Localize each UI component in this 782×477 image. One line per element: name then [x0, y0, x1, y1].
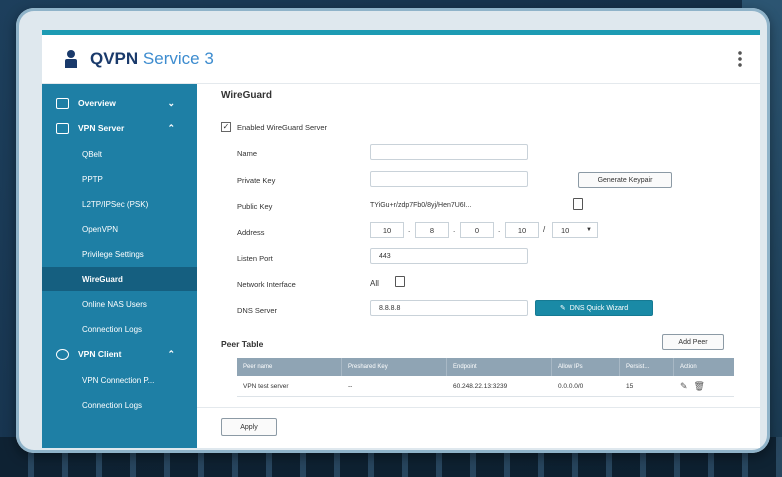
table-cell: 60.248.22.13:3239	[453, 382, 508, 390]
name-label: Name	[237, 149, 258, 158]
app-window: QVPN Service 3 Overview ⌄ VPN Server ⌃ Q…	[42, 30, 760, 448]
public-key-label: Public Key	[237, 202, 273, 211]
overview-icon	[56, 98, 69, 109]
checkbox-checked-icon[interactable]: ✓	[221, 122, 231, 132]
main-content: WireGuard ✓ Enabled WireGuard Server Nam…	[197, 84, 760, 448]
sidebar-item-label: PPTP	[82, 174, 103, 184]
table-cell: VPN test server	[243, 382, 289, 390]
qvpn-logo-icon	[64, 50, 78, 68]
address-prefix-value: 10	[561, 225, 570, 235]
app-title: QVPN Service 3	[90, 49, 214, 69]
sidebar-item-online-nas-users[interactable]: Online NAS Users	[42, 297, 197, 311]
sidebar-item-pptp[interactable]: PPTP	[42, 172, 197, 186]
column-header: Action	[680, 364, 697, 370]
column-header: Endpoint	[447, 358, 552, 376]
sidebar-item-label: VPN Client	[78, 349, 122, 359]
app-header: QVPN Service 3	[42, 35, 760, 84]
wand-icon: ✎	[559, 305, 566, 312]
name-input[interactable]	[370, 144, 528, 160]
chevron-up-icon: ⌃	[167, 122, 175, 133]
sidebar-item-overview[interactable]: Overview ⌄	[42, 96, 197, 110]
address-label: Address	[237, 228, 265, 237]
address-slash: /	[543, 225, 546, 234]
sidebar-item-label: QBelt	[82, 149, 103, 159]
copy-icon[interactable]	[573, 198, 583, 210]
peer-table: Peer name Preshared Key Endpoint Allow I…	[237, 358, 734, 397]
dropdown-arrow-icon: ▼	[586, 227, 592, 233]
table-cell-actions: ✎ 🗑	[674, 376, 734, 396]
sidebar-item-label: OpenVPN	[82, 224, 119, 234]
generate-keypair-button[interactable]: Generate Keypair	[578, 172, 672, 188]
table-cell: --	[348, 382, 353, 390]
app-title-bold: QVPN	[90, 49, 139, 68]
sidebar-item-label: L2TP/IPSec (PSK)	[82, 199, 149, 209]
column-header: Peer name	[237, 358, 342, 376]
sidebar-item-label: VPN Connection P...	[82, 375, 155, 385]
column-header: Persist...	[620, 358, 674, 376]
peer-table-title: Peer Table	[221, 339, 264, 349]
sidebar-item-label: Connection Logs	[82, 324, 143, 334]
sidebar-item-vpn-server[interactable]: VPN Server ⌃	[42, 121, 197, 135]
address-dot: .	[453, 225, 456, 234]
more-options-icon[interactable]	[738, 50, 742, 68]
vpn-client-icon	[56, 349, 69, 360]
add-peer-button[interactable]: Add Peer	[662, 334, 724, 350]
sidebar-item-qbelt[interactable]: QBelt	[42, 147, 197, 161]
private-key-input[interactable]	[370, 171, 528, 187]
dns-server-input[interactable]: 8.8.8.8	[370, 300, 528, 316]
sidebar-item-l2tp[interactable]: L2TP/IPSec (PSK)	[42, 197, 197, 211]
apply-button[interactable]: Apply	[221, 418, 277, 436]
table-cell: 0.0.0.0/0	[558, 382, 584, 390]
sidebar-item-wireguard[interactable]: WireGuard	[42, 267, 197, 291]
app-title-light: Service 3	[138, 49, 214, 68]
dns-server-label: DNS Server	[237, 306, 278, 315]
address-dot: .	[498, 225, 501, 234]
sidebar-item-privilege-settings[interactable]: Privilege Settings	[42, 247, 197, 261]
server-icon	[56, 123, 69, 134]
enable-wireguard-checkbox-row[interactable]: ✓ Enabled WireGuard Server	[221, 122, 327, 132]
edit-icon[interactable]: ✎	[680, 381, 688, 392]
address-dot: .	[408, 225, 411, 234]
sidebar-item-label: Online NAS Users	[82, 299, 147, 309]
network-interface-label: Network Interface	[237, 280, 296, 289]
page-title: WireGuard	[221, 90, 273, 101]
sidebar-item-label: VPN Server	[78, 123, 125, 133]
dns-quick-wizard-label: DNS Quick Wizard	[569, 304, 629, 312]
edit-icon[interactable]	[395, 276, 405, 287]
public-key-value: TYiGu+r/zdp7Fb0/8yj/Hen7U6I...	[370, 202, 472, 209]
enable-wireguard-label: Enabled WireGuard Server	[237, 122, 328, 132]
peer-table-header: Peer name Preshared Key Endpoint Allow I…	[237, 358, 734, 376]
sidebar: Overview ⌄ VPN Server ⌃ QBelt PPTP L2TP/…	[42, 84, 197, 448]
address-octet-3[interactable]: 0	[460, 222, 494, 238]
chevron-up-icon: ⌃	[167, 348, 175, 359]
sidebar-item-openvpn[interactable]: OpenVPN	[42, 222, 197, 236]
sidebar-item-label: Overview	[78, 98, 116, 108]
network-interface-value: All	[370, 279, 379, 288]
listen-port-label: Listen Port	[237, 254, 273, 263]
listen-port-input[interactable]: 443	[370, 248, 528, 264]
table-cell: 15	[626, 382, 634, 390]
chevron-down-icon: ⌄	[167, 97, 175, 108]
address-octet-4[interactable]: 10	[505, 222, 539, 238]
address-prefix-select[interactable]: 10 ▼	[552, 222, 598, 238]
table-row[interactable]: VPN test server -- 60.248.22.13:3239 0.0…	[237, 376, 734, 397]
trash-icon[interactable]: 🗑	[694, 381, 705, 392]
private-key-label: Private Key	[237, 176, 276, 185]
column-header: Allow IPs	[552, 358, 620, 376]
sidebar-item-vpn-connection-profiles[interactable]: VPN Connection P...	[42, 373, 197, 387]
dns-quick-wizard-button[interactable]: ✎ DNS Quick Wizard	[535, 300, 653, 316]
sidebar-item-vpn-client[interactable]: VPN Client ⌃	[42, 347, 197, 361]
column-header: Preshared Key	[342, 358, 447, 376]
sidebar-item-label: WireGuard	[82, 274, 123, 284]
sidebar-item-client-connection-logs[interactable]: Connection Logs	[42, 398, 197, 412]
address-octet-1[interactable]: 10	[370, 222, 404, 238]
sidebar-item-label: Privilege Settings	[82, 249, 144, 259]
sidebar-item-label: Connection Logs	[82, 400, 143, 410]
sidebar-item-connection-logs[interactable]: Connection Logs	[42, 322, 197, 336]
address-octet-2[interactable]: 8	[415, 222, 449, 238]
footer-divider	[197, 407, 760, 408]
